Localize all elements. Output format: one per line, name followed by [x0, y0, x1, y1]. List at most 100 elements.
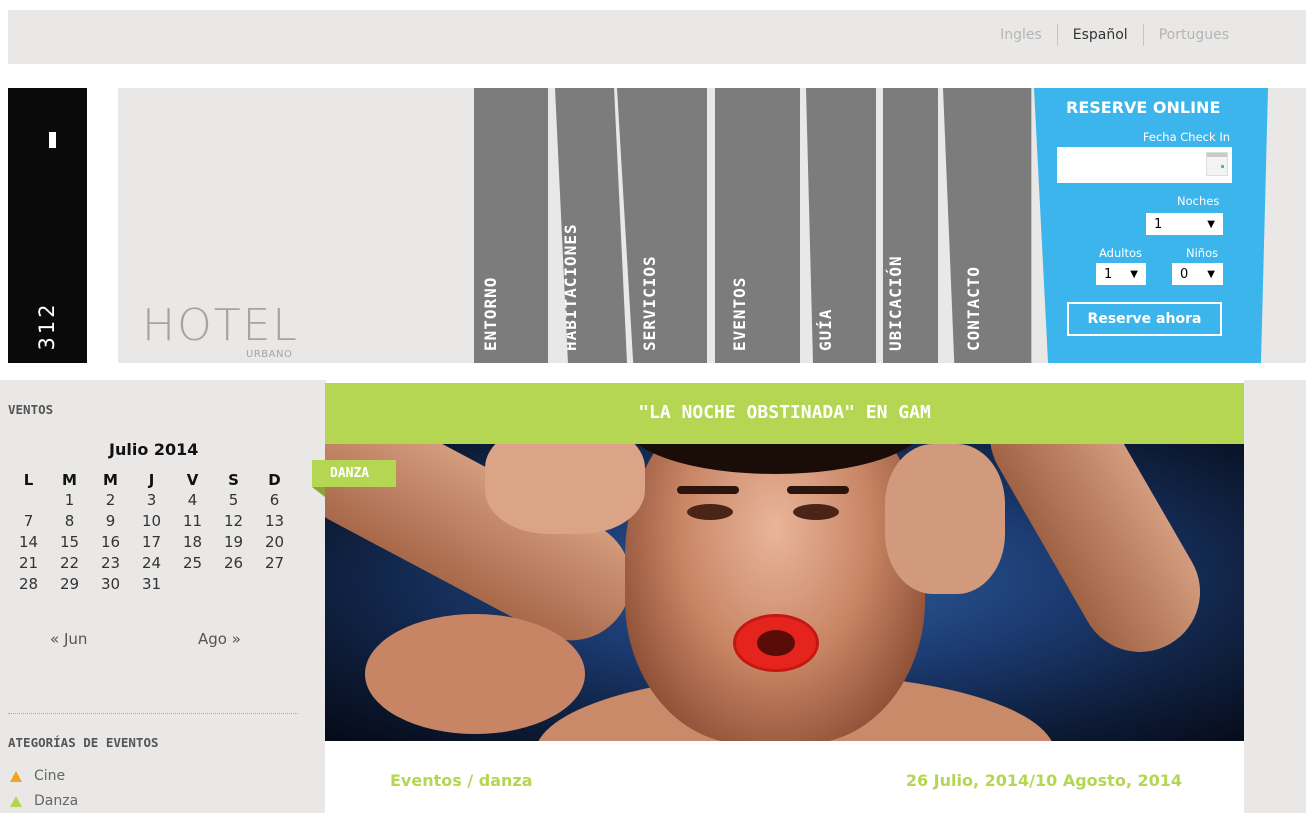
weekday: V: [186, 471, 199, 489]
image-face: [625, 444, 925, 741]
nights-select[interactable]: 1 ▼: [1146, 213, 1223, 235]
calendar-day[interactable]: 3: [131, 490, 172, 511]
image-mouth: [757, 630, 795, 656]
sidebar-divider: [8, 713, 298, 714]
nav-ubicacion[interactable]: UBICACIÓN: [883, 88, 938, 363]
event-category-path[interactable]: Eventos / danza: [390, 771, 533, 790]
calendar-day[interactable]: 29: [49, 574, 90, 595]
calendar-day[interactable]: 8: [49, 511, 90, 532]
lang-portugues[interactable]: Portugues: [1144, 24, 1244, 46]
event-title[interactable]: "LA NOCHE OBSTINADA" EN GAM: [325, 383, 1244, 444]
calendar-day[interactable]: 15: [49, 532, 90, 553]
calendar-day: [213, 574, 254, 595]
chevron-down-icon: ▼: [1207, 268, 1215, 280]
nights-value: 1: [1154, 216, 1163, 232]
calendar-day[interactable]: 22: [49, 553, 90, 574]
image-arm: [968, 444, 1222, 674]
header-right-strip: [1268, 88, 1306, 363]
calendar-day[interactable]: 20: [254, 532, 295, 553]
calendar-day[interactable]: 27: [254, 553, 295, 574]
chevron-down-icon: ▼: [1130, 268, 1138, 280]
calendar-week: 14 15 16 17 18 19 20: [8, 532, 295, 553]
calendar-day[interactable]: 24: [131, 553, 172, 574]
event-tag[interactable]: DANZA: [312, 460, 396, 487]
calendar-next-link[interactable]: Ago »: [198, 630, 241, 648]
event-image[interactable]: [325, 444, 1244, 741]
nav-label: SERVICIOS: [640, 255, 659, 351]
nav-label: GUÍA: [816, 308, 835, 351]
nav-entorno[interactable]: ENTORNO: [474, 88, 548, 363]
weekday: M: [103, 471, 118, 489]
checkin-label: Fecha Check In: [1142, 130, 1230, 144]
calendar-day[interactable]: 28: [8, 574, 49, 595]
calendar-prev-link[interactable]: « Jun: [50, 630, 87, 648]
adults-select[interactable]: 1 ▼: [1096, 263, 1146, 285]
calendar-day[interactable]: 9: [90, 511, 131, 532]
calendar-day[interactable]: 1: [49, 490, 90, 511]
calendar-day[interactable]: 23: [90, 553, 131, 574]
calendar-day[interactable]: 4: [172, 490, 213, 511]
calendar-day[interactable]: 16: [90, 532, 131, 553]
calendar-weekdays: L M M J V S D: [8, 470, 295, 490]
category-label: Danza: [34, 793, 79, 809]
calendar-day[interactable]: 7: [8, 511, 49, 532]
calendar-day[interactable]: 18: [172, 532, 213, 553]
calendar-day[interactable]: 13: [254, 511, 295, 532]
calendar-day[interactable]: 30: [90, 574, 131, 595]
calendar-day[interactable]: 10: [131, 511, 172, 532]
calendar-day[interactable]: 26: [213, 553, 254, 574]
weekday: J: [148, 471, 155, 489]
nav-label: UBICACIÓN: [885, 255, 905, 351]
nav-label: EVENTOS: [729, 276, 749, 351]
weekday: S: [228, 471, 239, 489]
lang-espanol[interactable]: Español: [1058, 24, 1143, 46]
calendar-week: 21 22 23 24 25 26 27: [8, 553, 295, 574]
calendar-week: 123456: [8, 490, 295, 511]
lang-ingles[interactable]: Ingles: [985, 24, 1057, 46]
triangle-icon: [10, 770, 22, 782]
reserve-button[interactable]: Reserve ahora: [1067, 302, 1222, 336]
main-right-strip: [1244, 380, 1306, 813]
calendar-day[interactable]: 5: [213, 490, 254, 511]
logo[interactable]: ISMAEL 312: [8, 88, 87, 466]
calendar: L M M J V S D 1 2 3 4 5 6 7 8 9 10 11 12 13 14 15 16 17 1…: [8, 470, 295, 595]
calendar-day[interactable]: 12: [213, 511, 254, 532]
adults-value: 1: [1104, 266, 1113, 282]
chevron-down-icon: ▼: [1207, 218, 1215, 230]
children-value: 0: [1180, 266, 1189, 282]
triangle-icon: [10, 795, 22, 807]
calendar-day[interactable]: 31: [131, 574, 172, 595]
image-brow: [787, 486, 849, 494]
category-danza[interactable]: Danza: [10, 793, 78, 809]
event-dates: 26 Julio, 2014/10 Agosto, 2014: [905, 771, 1182, 790]
reserve-title: RESERVE ONLINE: [1066, 98, 1221, 117]
calendar-day[interactable]: 14: [8, 532, 49, 553]
children-select[interactable]: 0 ▼: [1172, 263, 1223, 285]
calendar-day[interactable]: 17: [131, 532, 172, 553]
nav-guia[interactable]: GUÍA: [806, 88, 876, 363]
category-cine[interactable]: Cine: [10, 768, 65, 784]
image-eye: [793, 504, 839, 520]
calendar-day[interactable]: 2: [90, 490, 131, 511]
nav-eventos[interactable]: EVENTOS: [715, 88, 800, 363]
hotel-word: HOTEL: [142, 300, 299, 351]
calendar-day[interactable]: 6: [254, 490, 295, 511]
weekday: D: [268, 471, 281, 489]
language-bar: Ingles Español Portugues: [8, 10, 1306, 64]
nav-contacto[interactable]: CONTACTO: [943, 88, 1032, 363]
nav-label: CONTACTO: [964, 265, 983, 351]
calendar-icon[interactable]: [1206, 152, 1228, 176]
calendar-day[interactable]: 21: [8, 553, 49, 574]
image-eye: [687, 504, 733, 520]
event-tag-fold: [312, 487, 325, 497]
calendar-day[interactable]: 25: [172, 553, 213, 574]
calendar-day: [172, 574, 213, 595]
image-hand: [885, 444, 1005, 594]
calendar-day: [254, 574, 295, 595]
adults-label: Adultos: [1099, 246, 1142, 260]
calendar-day[interactable]: 11: [172, 511, 213, 532]
nights-label: Noches: [1177, 194, 1220, 208]
language-switcher: Ingles Español Portugues: [985, 24, 1244, 46]
children-label: Niños: [1186, 246, 1219, 260]
calendar-day[interactable]: 19: [213, 532, 254, 553]
